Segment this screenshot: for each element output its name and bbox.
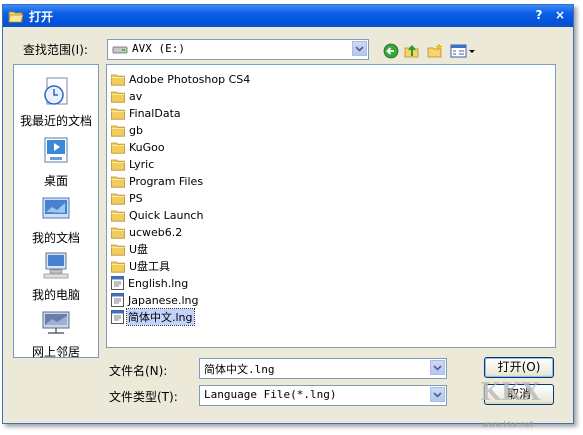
chevron-down-icon[interactable] [352, 41, 367, 56]
place-desktop[interactable]: 桌面 [14, 135, 98, 189]
folder-icon [111, 74, 125, 86]
folder-item[interactable]: Adobe Photoshop CS4 [111, 71, 251, 87]
file-item[interactable]: 简体中文.lng [111, 308, 195, 326]
place-my-documents[interactable]: 我的文档 [14, 192, 98, 246]
folder-item[interactable]: ucweb6.2 [111, 224, 183, 240]
folder-item[interactable]: FinalData [111, 105, 182, 121]
place-my-computer[interactable]: 我的电脑 [14, 249, 98, 303]
lng-file-icon [111, 310, 124, 324]
item-name: English.lng [128, 276, 189, 290]
item-name: Japanese.lng [128, 293, 199, 307]
folder-item[interactable]: Program Files [111, 173, 204, 189]
folder-icon [111, 193, 125, 205]
folder-item[interactable]: U盘工具 [111, 258, 171, 274]
item-name: FinalData [129, 106, 181, 120]
title-bar[interactable]: 打开 ? × [3, 5, 573, 27]
filetype-select[interactable]: Language File(*.lng) [199, 385, 447, 406]
folder-item[interactable]: PS [111, 190, 144, 206]
desktop-icon [44, 137, 68, 163]
item-name: U盘工具 [129, 260, 171, 273]
watermark-url: www.kkx.net [482, 420, 534, 429]
folder-icon [111, 159, 125, 171]
new-folder-icon[interactable] [427, 43, 443, 59]
place-label: 我最近的文档 [19, 114, 92, 128]
item-name: KuGoo [129, 140, 165, 154]
filetype-label: 文件类型(T): [109, 390, 178, 404]
file-list[interactable]: Adobe Photoshop CS4 av FinalData gb KuGoo Lyr… [106, 64, 556, 348]
folder-icon [111, 142, 125, 154]
item-name: Lyric [129, 157, 155, 171]
folder-icon [111, 227, 125, 239]
folder-item[interactable]: Lyric [111, 156, 155, 172]
file-item[interactable]: Japanese.lng [111, 292, 199, 308]
lookin-value: AVX (E:) [132, 42, 185, 55]
filetype-value: Language File(*.lng) [204, 388, 337, 401]
place-label: 网上邻居 [31, 345, 80, 359]
open-folder-icon [8, 11, 24, 23]
item-name: PS [129, 191, 143, 205]
lng-file-icon [111, 276, 124, 290]
place-network[interactable]: 网上邻居 [14, 306, 98, 360]
chevron-down-icon[interactable] [430, 360, 445, 375]
folder-icon [111, 261, 125, 273]
recent-docs-icon [44, 77, 68, 105]
filename-input[interactable]: 简体中文.lng [199, 358, 447, 379]
my-computer-icon [43, 252, 69, 279]
network-icon [42, 311, 70, 334]
place-label: 我的电脑 [31, 288, 80, 302]
help-button[interactable]: ? [531, 8, 547, 23]
places-bar: 我最近的文档 桌面 我的文档 我的电脑 网上邻居 [13, 64, 99, 360]
lng-file-icon [111, 293, 124, 307]
folder-item[interactable]: gb [111, 122, 144, 138]
my-documents-icon [42, 197, 70, 219]
lookin-dropdown[interactable]: AVX (E:) [107, 39, 369, 60]
close-button[interactable]: × [552, 8, 568, 23]
open-dialog: 打开 ? × 查找范围(I): AVX (E:) 我最近的文档 桌面 我的文档 … [2, 4, 574, 424]
filename-value: 简体中文.lng [204, 363, 275, 376]
drive-icon [112, 46, 128, 54]
lookin-label: 查找范围(I): [23, 43, 88, 57]
chevron-down-icon[interactable] [430, 387, 445, 402]
folder-icon [111, 125, 125, 137]
view-menu-icon[interactable] [450, 43, 476, 59]
folder-item[interactable]: KuGoo [111, 139, 166, 155]
place-label: 桌面 [43, 174, 68, 188]
folder-item[interactable]: Quick Launch [111, 207, 204, 223]
item-name: U盘 [129, 243, 149, 256]
place-recent-documents[interactable]: 我最近的文档 [14, 75, 98, 129]
item-name: gb [129, 123, 143, 137]
folder-item[interactable]: av [111, 88, 143, 104]
item-name: 简体中文.lng [126, 308, 195, 326]
item-name: Program Files [129, 174, 204, 188]
open-button[interactable]: 打开(O) [484, 357, 554, 378]
folder-icon [111, 244, 125, 256]
back-icon[interactable] [383, 43, 399, 59]
up-folder-icon[interactable] [404, 43, 420, 59]
folder-item[interactable]: U盘 [111, 241, 149, 257]
filename-label: 文件名(N): [109, 364, 168, 378]
item-name: ucweb6.2 [129, 225, 183, 239]
watermark-logo: KKX [480, 377, 541, 406]
item-name: Adobe Photoshop CS4 [129, 72, 251, 86]
folder-icon [111, 108, 125, 120]
item-name: av [129, 89, 143, 103]
file-item[interactable]: English.lng [111, 275, 189, 291]
folder-icon [111, 210, 125, 222]
folder-icon [111, 91, 125, 103]
window-title: 打开 [29, 10, 54, 24]
folder-icon [111, 176, 125, 188]
place-label: 我的文档 [31, 231, 80, 245]
item-name: Quick Launch [129, 208, 204, 222]
